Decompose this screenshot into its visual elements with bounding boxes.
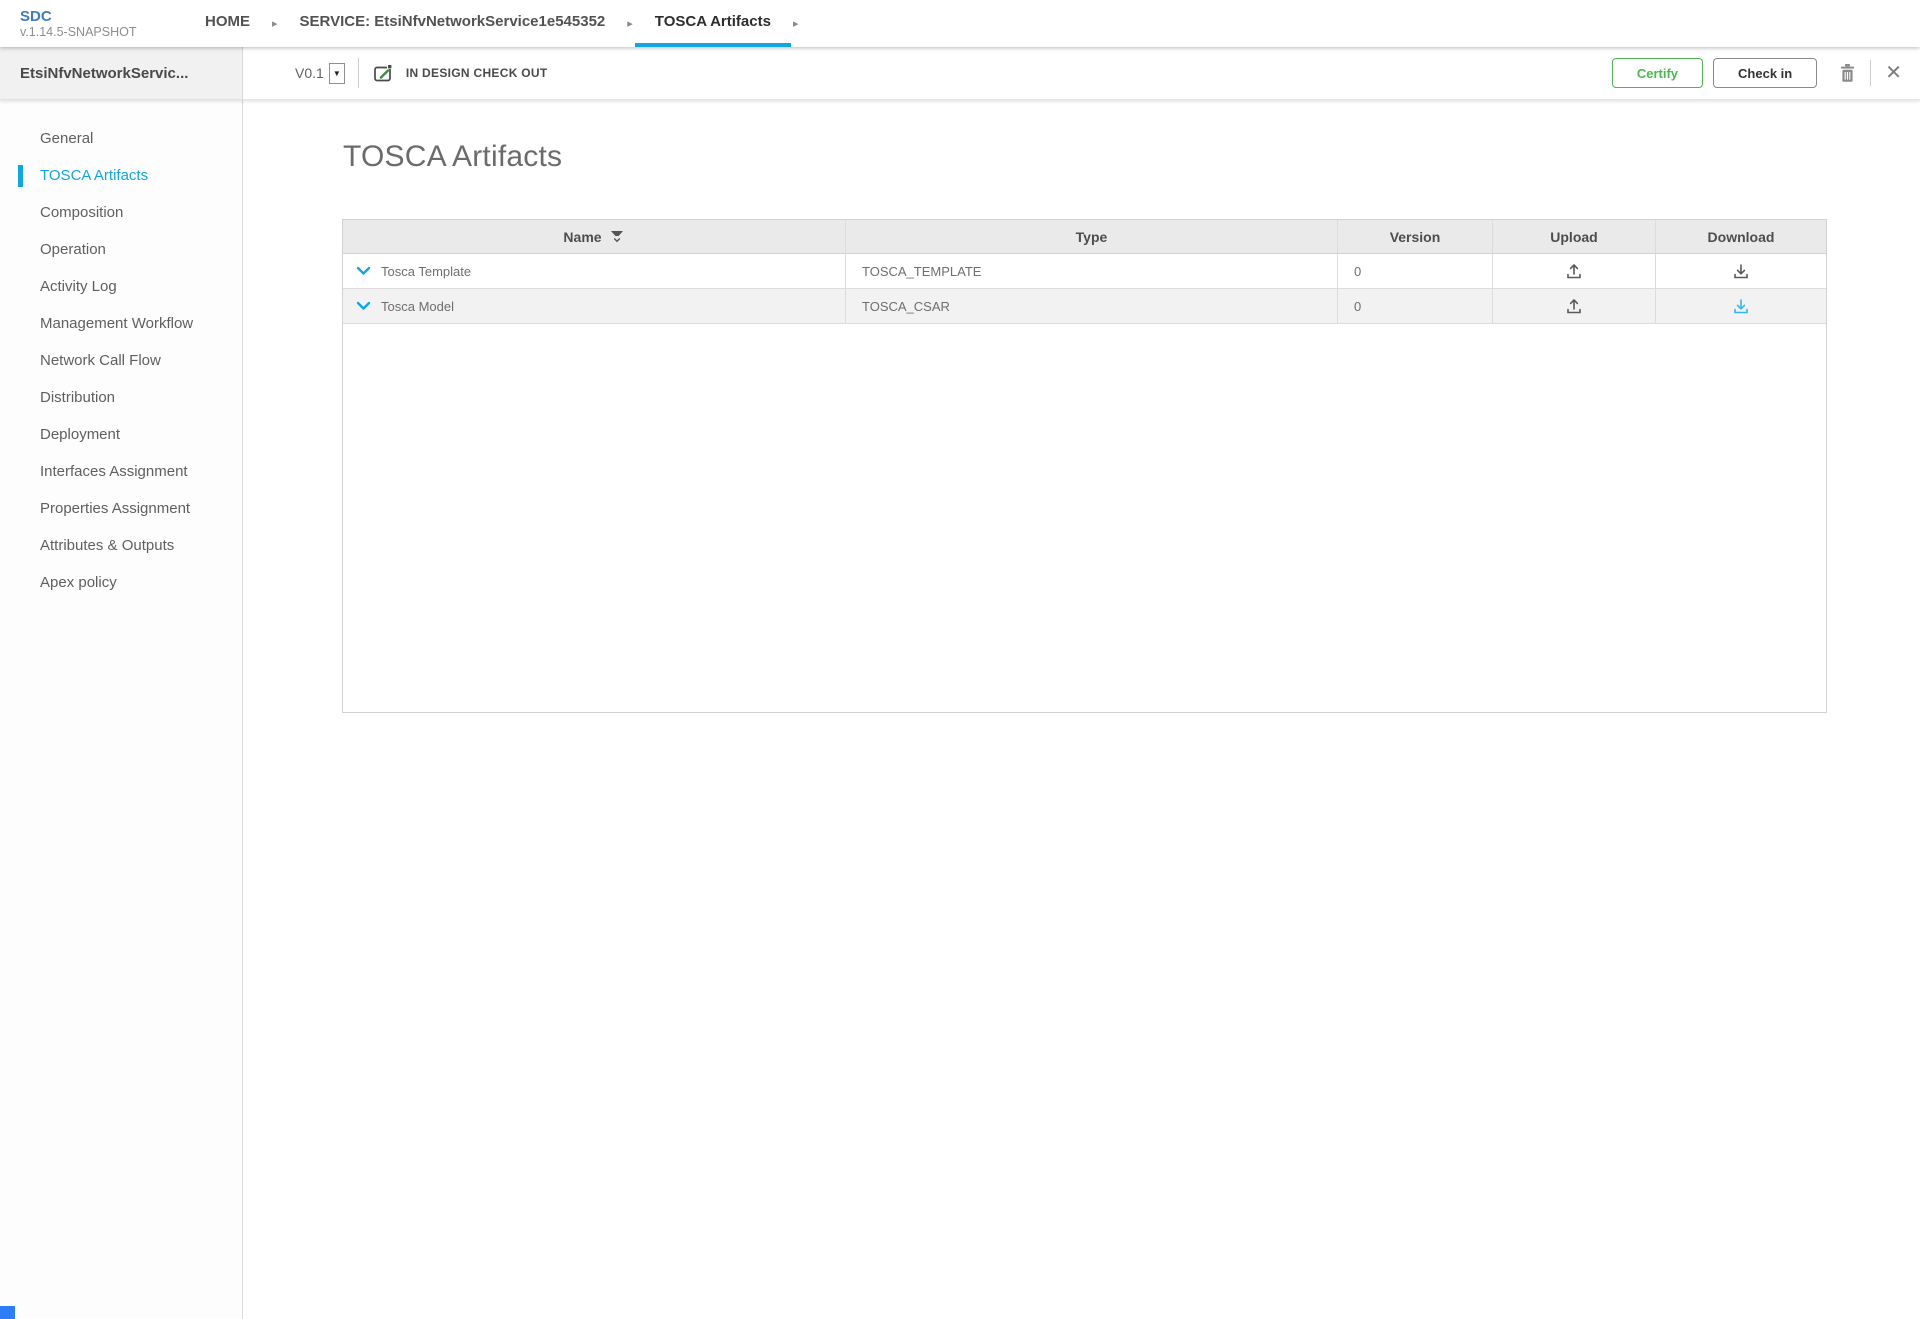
top-bar: SDC v.1.14.5-SNAPSHOT HOME ▸ SERVICE: Et… (0, 0, 1920, 47)
sidebar-item-properties-assignment[interactable]: Properties Assignment (0, 490, 242, 527)
table-row-tosca-template: Tosca Template TOSCA_TEMPLATE 0 (343, 254, 1826, 289)
lifecycle-status-label: IN DESIGN CHECK OUT (406, 66, 548, 80)
cell-download (1655, 254, 1826, 288)
chevron-down-icon[interactable] (356, 266, 371, 276)
upload-icon[interactable] (1565, 297, 1583, 315)
app-logo: SDC v.1.14.5-SNAPSHOT (20, 0, 185, 47)
sort-icon (609, 229, 625, 244)
sidebar-item-attributes-outputs[interactable]: Attributes & Outputs (0, 527, 242, 564)
sidebar-item-apex-policy[interactable]: Apex policy (0, 564, 242, 601)
column-header-upload: Upload (1492, 220, 1655, 253)
sidebar-item-interfaces-assignment[interactable]: Interfaces Assignment (0, 453, 242, 490)
check-in-button[interactable]: Check in (1713, 58, 1817, 88)
chevron-down-icon[interactable] (356, 301, 371, 311)
cell-name: Tosca Template (343, 254, 845, 288)
component-title: EtsiNfvNetworkServic... (0, 65, 188, 82)
breadcrumb-separator-icon: ▸ (791, 0, 801, 47)
chevron-down-icon: ▼ (333, 69, 341, 78)
table-row-tosca-model: Tosca Model TOSCA_CSAR 0 (343, 289, 1826, 324)
sidebar-item-general[interactable]: General (0, 120, 242, 157)
cell-upload (1492, 254, 1655, 288)
delete-button[interactable] (1839, 63, 1856, 83)
close-icon: ✕ (1885, 63, 1902, 83)
breadcrumb-separator-icon: ▸ (270, 0, 280, 47)
breadcrumb-home[interactable]: HOME (185, 0, 270, 47)
download-icon[interactable] (1732, 262, 1750, 280)
tosca-artifacts-table: Name Type Version Upload Download Tosca … (342, 219, 1827, 713)
sidebar-item-management-workflow[interactable]: Management Workflow (0, 305, 242, 342)
sidebar-item-deployment[interactable]: Deployment (0, 416, 242, 453)
download-icon-highlighted[interactable] (1732, 297, 1750, 315)
artifact-name-label: Tosca Template (381, 264, 471, 279)
page-title: TOSCA Artifacts (343, 140, 562, 174)
cell-type: TOSCA_CSAR (845, 289, 1337, 323)
artifact-name-label: Tosca Model (381, 299, 454, 314)
action-buttons: Certify Check in ✕ (1612, 58, 1920, 88)
main-content: TOSCA Artifacts Name Type Version Upload… (243, 100, 1920, 1319)
cell-type: TOSCA_TEMPLATE (845, 254, 1337, 288)
sidebar-item-activity-log[interactable]: Activity Log (0, 268, 242, 305)
trash-icon (1839, 63, 1856, 83)
cell-name: Tosca Model (343, 289, 845, 323)
sidebar-header: EtsiNfvNetworkServic... (0, 47, 243, 100)
cell-version: 0 (1337, 254, 1492, 288)
bottom-left-widget[interactable] (0, 1306, 15, 1319)
toolbar-divider (358, 58, 359, 88)
version-action-bar: EtsiNfvNetworkServic... V0.1 ▼ IN DESIGN… (0, 47, 1920, 100)
version-action-bar-content: V0.1 ▼ IN DESIGN CHECK OUT Certify Check… (243, 47, 1920, 100)
column-header-download: Download (1655, 220, 1826, 253)
sidebar-menu: General TOSCA Artifacts Composition Oper… (0, 120, 242, 601)
sidebar-item-composition[interactable]: Composition (0, 194, 242, 231)
sidebar-item-tosca-artifacts[interactable]: TOSCA Artifacts (0, 157, 242, 194)
breadcrumb-home-label: HOME (205, 13, 250, 30)
cell-download (1655, 289, 1826, 323)
cell-upload (1492, 289, 1655, 323)
sidebar-item-network-call-flow[interactable]: Network Call Flow (0, 342, 242, 379)
breadcrumb-separator-icon: ▸ (625, 0, 635, 47)
breadcrumb: HOME ▸ SERVICE: EtsiNfvNetworkService1e5… (185, 0, 800, 47)
column-header-type: Type (845, 220, 1337, 253)
breadcrumb-tosca-artifacts[interactable]: TOSCA Artifacts (635, 0, 791, 47)
certify-button[interactable]: Certify (1612, 58, 1703, 88)
column-header-name[interactable]: Name (343, 220, 845, 253)
breadcrumb-service[interactable]: SERVICE: EtsiNfvNetworkService1e545352 (280, 0, 626, 47)
app-logo-text: SDC (20, 8, 185, 25)
sidebar: General TOSCA Artifacts Composition Oper… (0, 100, 243, 1319)
cell-version: 0 (1337, 289, 1492, 323)
breadcrumb-tosca-artifacts-label: TOSCA Artifacts (655, 13, 771, 30)
breadcrumb-service-label: SERVICE: EtsiNfvNetworkService1e545352 (300, 13, 606, 30)
toolbar-divider (1870, 60, 1871, 86)
sidebar-item-distribution[interactable]: Distribution (0, 379, 242, 416)
checkout-edit-icon (373, 63, 396, 84)
version-label: V0.1 (295, 65, 324, 81)
app-version-text: v.1.14.5-SNAPSHOT (20, 25, 185, 40)
version-dropdown[interactable]: ▼ (329, 63, 345, 84)
close-button[interactable]: ✕ (1885, 63, 1902, 83)
table-header-row: Name Type Version Upload Download (343, 220, 1826, 254)
sidebar-item-operation[interactable]: Operation (0, 231, 242, 268)
upload-icon[interactable] (1565, 262, 1583, 280)
column-header-name-label: Name (563, 229, 601, 245)
column-header-version: Version (1337, 220, 1492, 253)
